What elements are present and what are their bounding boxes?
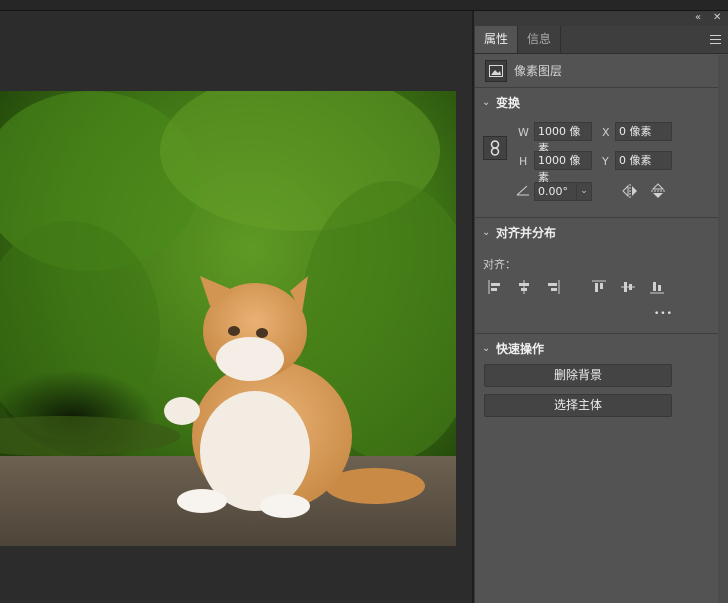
chevron-down-icon: ⌄ <box>482 342 491 354</box>
document-canvas-area[interactable] <box>0 11 472 603</box>
chain-link-icon <box>490 140 500 156</box>
transform-title: 变换 <box>496 95 521 110</box>
x-field[interactable]: 0 像素 <box>615 122 672 141</box>
transform-header[interactable]: ⌄ 变换 <box>475 88 728 116</box>
kitten-photo[interactable] <box>0 91 456 546</box>
tab-properties[interactable]: 属性 <box>475 26 519 53</box>
kitten-image-svg <box>0 91 456 546</box>
align-label: 对齐： <box>483 258 516 271</box>
quick-actions-section: ⌄ 快速操作 删除背景 选择主体 <box>475 334 728 434</box>
angle-icon <box>516 185 529 196</box>
align-header[interactable]: ⌄ 对齐并分布 <box>475 218 728 246</box>
angle-value: 0.00° <box>538 185 568 198</box>
align-center-vertical-icon[interactable] <box>621 280 635 294</box>
select-subject-button[interactable]: 选择主体 <box>484 394 672 417</box>
align-center-horizontal-icon[interactable] <box>517 280 531 294</box>
flip-horizontal-icon[interactable] <box>622 184 638 198</box>
align-left-icon[interactable] <box>488 280 502 294</box>
transform-section: ⌄ 变换 W 1000 像素 X 0 像素 H 1000 像素 Y 0 像素 0… <box>475 88 728 218</box>
align-top-icon[interactable] <box>592 280 606 294</box>
chevron-down-icon: ⌄ <box>482 226 491 238</box>
double-chevron-left-icon[interactable]: « <box>695 12 701 24</box>
width-label: W <box>518 126 529 139</box>
chevron-down-icon: ⌄ <box>482 96 491 108</box>
y-label: Y <box>602 155 609 168</box>
panel-tabs: 属性 信息 <box>475 26 728 54</box>
quick-actions-title: 快速操作 <box>496 341 545 356</box>
layer-type-row: 像素图层 <box>475 54 728 88</box>
align-title: 对齐并分布 <box>496 225 557 240</box>
more-options-icon[interactable]: ••• <box>654 309 673 319</box>
y-field[interactable]: 0 像素 <box>615 151 672 170</box>
panel-menu-icon[interactable] <box>710 35 721 44</box>
properties-panel: « ✕ 属性 信息 像素图层 ⌄ 变换 W 1000 像素 X 0 像素 H 1… <box>474 11 728 603</box>
x-label: X <box>602 126 610 139</box>
height-label: H <box>519 155 528 168</box>
align-section: ⌄ 对齐并分布 对齐： ••• <box>475 218 728 334</box>
tab-info[interactable]: 信息 <box>518 26 562 53</box>
remove-background-button[interactable]: 删除背景 <box>484 364 672 387</box>
flip-vertical-icon[interactable] <box>651 183 665 199</box>
panel-scrollbar[interactable] <box>718 55 728 603</box>
link-proportions-button[interactable] <box>483 136 507 160</box>
quick-actions-header[interactable]: ⌄ 快速操作 <box>475 334 728 362</box>
height-field[interactable]: 1000 像素 <box>534 151 592 184</box>
close-icon[interactable]: ✕ <box>713 12 721 24</box>
image-icon <box>485 59 507 82</box>
layer-type-label: 像素图层 <box>514 64 563 78</box>
angle-field[interactable]: 0.00° ⌄ <box>534 182 592 201</box>
align-bottom-icon[interactable] <box>650 280 664 294</box>
app-titlebar <box>0 0 728 11</box>
angle-dropdown-icon[interactable]: ⌄ <box>576 183 591 200</box>
align-right-icon[interactable] <box>546 280 560 294</box>
panel-top-bar: « ✕ <box>475 11 728 26</box>
width-field[interactable]: 1000 像素 <box>534 122 592 155</box>
